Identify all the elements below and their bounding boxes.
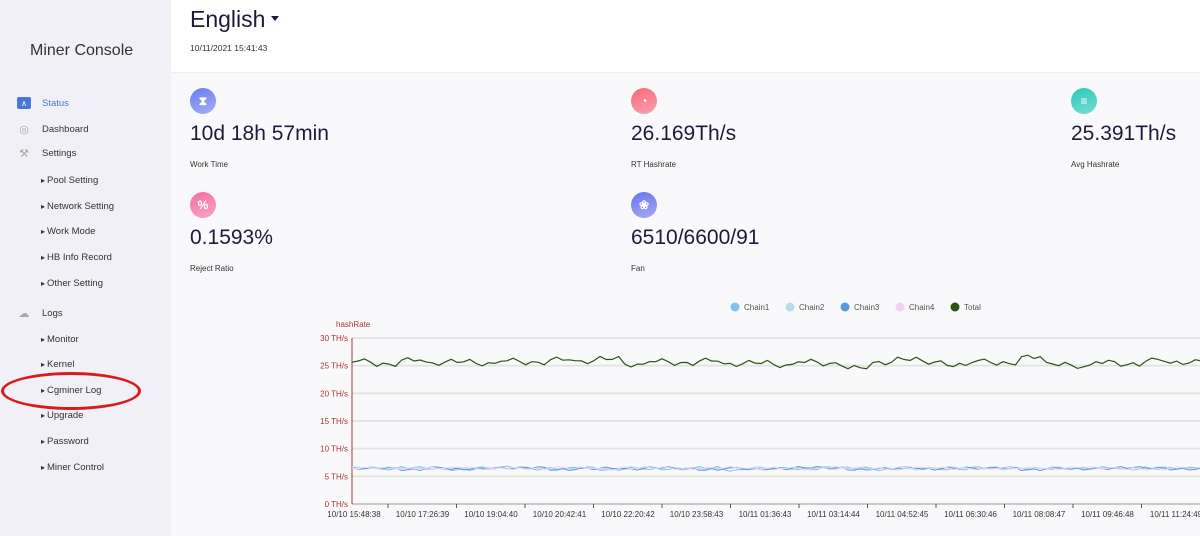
stat-label: Reject Ratio — [190, 264, 234, 273]
x-tick-label: 10/11 03:14:44 — [807, 510, 860, 519]
y-tick-label: 15 TH/s — [320, 417, 348, 426]
speedometer-icon: ◔ — [631, 88, 657, 114]
x-tick-label: 10/10 23:58:43 — [670, 510, 724, 519]
sidebar-item-label: Dashboard — [42, 123, 89, 135]
x-tick-label: 10/10 17:26:39 — [396, 510, 450, 519]
x-tick-label: 10/11 08:08:47 — [1013, 510, 1066, 519]
sidebar-item-label: Password — [41, 436, 89, 447]
sidebar-item-label: Monitor — [41, 334, 79, 345]
legend-marker[interactable] — [895, 302, 905, 312]
stat-label: Work Time — [190, 160, 229, 169]
cloud-icon: ☁ — [18, 307, 30, 320]
sidebar: Miner Console ∧ Status ◎ Dashboard ⚒ Settings… — [0, 0, 171, 536]
stat-fan: ❀ 6510/6600/91 Fan — [631, 192, 759, 273]
dashboard-icon: ◎ — [19, 123, 29, 136]
app-title: Miner Console — [30, 42, 134, 59]
y-tick-label: 5 TH/s — [325, 472, 348, 481]
x-tick-label: 10/10 19:04:40 — [464, 510, 518, 519]
sidebar-item-pool-setting[interactable]: Pool Setting — [0, 174, 171, 186]
x-tick-label: 10/11 04:52:45 — [876, 510, 929, 519]
stat-value: 6510/6600/91 — [631, 226, 760, 249]
stat-label: Fan — [631, 264, 645, 273]
legend-label[interactable]: Chain1 — [744, 303, 770, 312]
legend-label[interactable]: Chain3 — [854, 303, 880, 312]
x-tick-label: 10/11 11:24:49 — [1150, 510, 1200, 519]
x-tick-label: 10/11 01:36:43 — [739, 510, 792, 519]
x-tick-label: 10/11 06:30:46 — [944, 510, 997, 519]
y-tick-label: 30 TH/s — [320, 334, 348, 343]
legend-marker[interactable] — [840, 302, 850, 312]
stat-reject-ratio: % 0.1593% Reject Ratio — [190, 192, 273, 273]
sidebar-item-network-setting[interactable]: Network Setting — [0, 200, 171, 212]
sidebar-item-work-mode[interactable]: Work Mode — [0, 225, 171, 237]
fan-icon: ❀ — [631, 192, 657, 218]
series-line-total — [351, 354, 1200, 370]
sidebar-item-other-setting[interactable]: Other Setting — [0, 277, 171, 289]
legend-marker[interactable] — [730, 302, 740, 312]
sidebar-item-monitor[interactable]: Monitor — [0, 333, 171, 345]
server-icon: ≡ — [1071, 88, 1097, 114]
stat-label: RT Hashrate — [631, 160, 677, 169]
stat-work-time: ⧗ 10d 18h 57min Work Time — [190, 88, 329, 169]
sidebar-item-kernel[interactable]: Kernel — [0, 358, 171, 370]
series-line-chain2 — [351, 465, 1200, 471]
hammer-icon: ⚒ — [19, 147, 29, 160]
sidebar-item-label: Upgrade — [41, 410, 83, 421]
sidebar-item-label: Kernel — [41, 359, 74, 370]
sidebar-item-label: Other Setting — [41, 278, 103, 289]
x-tick-label: 10/10 20:42:41 — [533, 510, 587, 519]
sidebar-item-logs[interactable]: ☁ Logs — [0, 307, 171, 320]
y-tick-label: 20 TH/s — [320, 389, 348, 398]
stat-value: 26.169Th/s — [631, 122, 737, 145]
sidebar-item-label: Work Mode — [41, 226, 95, 237]
sidebar-item-settings[interactable]: ⚒ Settings — [0, 147, 171, 160]
sidebar-item-dashboard[interactable]: ◎ Dashboard — [0, 123, 171, 136]
x-tick-label: 10/11 09:46:48 — [1081, 510, 1134, 519]
sidebar-item-label: Logs — [42, 307, 63, 319]
x-tick-label: 10/10 22:20:42 — [601, 510, 655, 519]
sidebar-item-label: HB Info Record — [41, 252, 112, 263]
series-line-chain4 — [351, 465, 1200, 471]
sidebar-item-hb-info-record[interactable]: HB Info Record — [0, 251, 171, 263]
sidebar-item-label: Settings — [42, 147, 77, 159]
y-tick-label: 25 TH/s — [320, 362, 348, 371]
percent-icon: % — [190, 192, 216, 218]
sidebar-item-label: Network Setting — [41, 201, 114, 212]
y-axis-label: hashRate — [336, 320, 371, 329]
legend-marker[interactable] — [785, 302, 795, 312]
red-highlight-annotation — [1, 372, 141, 410]
monitor-icon: ∧ — [17, 97, 31, 109]
stat-value: 10d 18h 57min — [190, 122, 329, 145]
stat-value: 0.1593% — [190, 226, 273, 249]
series-line-chain1 — [351, 465, 1200, 472]
sidebar-item-miner-control[interactable]: Miner Control — [0, 461, 171, 473]
header: English 10/11/2021 15:41:43 — [171, 0, 1200, 73]
y-tick-label: 0 TH/s — [325, 500, 348, 509]
sidebar-item-label: Miner Control — [41, 462, 104, 473]
legend-label[interactable]: Chain2 — [799, 303, 825, 312]
sidebar-item-label: Pool Setting — [41, 175, 98, 186]
stat-avg-hashrate: ≡ 25.391Th/s Avg Hashrate — [1071, 88, 1176, 169]
x-tick-label: 10/10 15:48:38 — [327, 510, 381, 519]
datetime: 10/11/2021 15:41:43 — [190, 43, 268, 53]
stat-label: Avg Hashrate — [1071, 160, 1120, 169]
language-dropdown[interactable]: English — [190, 6, 279, 33]
sidebar-item-password[interactable]: Password — [0, 435, 171, 447]
hashrate-chart: 0 TH/s 5 TH/s 10 TH/s 15 TH/s 20 TH/s 25 TH/s… — [320, 302, 1200, 519]
legend-label[interactable]: Total — [964, 303, 981, 312]
sidebar-item-status[interactable]: ∧ Status — [0, 97, 171, 109]
legend-marker[interactable] — [950, 302, 960, 312]
sidebar-item-label: Status — [42, 97, 69, 109]
y-tick-label: 10 TH/s — [320, 445, 348, 454]
stat-value: 25.391Th/s — [1071, 122, 1177, 145]
series-line-chain3 — [351, 465, 1200, 472]
stat-rt-hashrate: ◔ 26.169Th/s RT Hashrate — [631, 88, 736, 169]
legend-label[interactable]: Chain4 — [909, 303, 935, 312]
hourglass-icon: ⧗ — [190, 88, 216, 114]
sidebar-item-upgrade[interactable]: Upgrade — [0, 409, 171, 421]
